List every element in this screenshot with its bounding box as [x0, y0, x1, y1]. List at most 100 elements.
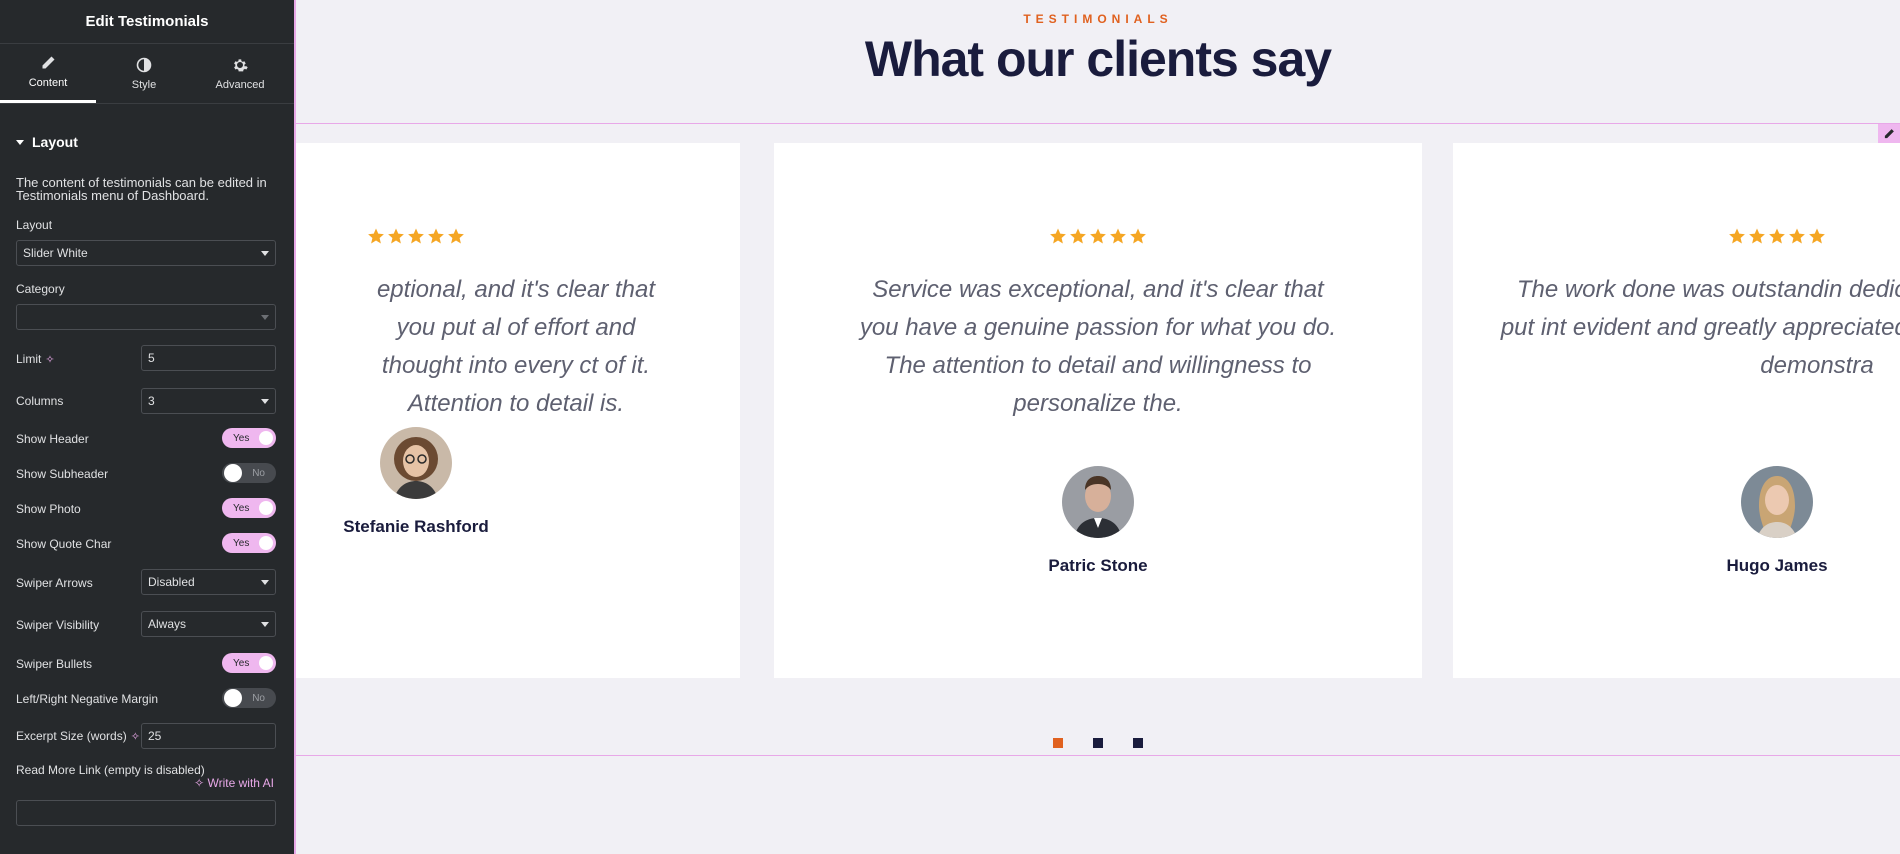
- pencil-icon: [1884, 129, 1894, 139]
- chevron-down-icon: [261, 250, 269, 256]
- layout-label: Layout: [16, 218, 53, 232]
- star-icon: [388, 228, 404, 244]
- section-layout-toggle[interactable]: Layout: [16, 134, 78, 150]
- chevron-down-icon: [261, 579, 269, 585]
- star-icon: [1729, 228, 1745, 244]
- star-icon: [1749, 228, 1765, 244]
- swiper-visibility-value: Always: [148, 617, 187, 631]
- toggle-state: Yes: [233, 657, 250, 669]
- slider-bullet[interactable]: [1093, 738, 1103, 748]
- swiper-arrows-select[interactable]: Disabled: [141, 569, 276, 595]
- star-icon: [1050, 228, 1066, 244]
- section-eyebrow: TESTIMONIALS: [1023, 12, 1173, 26]
- excerpt-size-input[interactable]: 25: [141, 723, 276, 749]
- swiper-arrows-value: Disabled: [148, 575, 195, 589]
- negative-margin-label: Left/Right Negative Margin: [16, 692, 159, 706]
- category-label: Category: [16, 282, 65, 296]
- help-note: The content of testimonials can be edite…: [16, 175, 267, 203]
- avatar-man-image: [1062, 466, 1134, 538]
- star-icon: [448, 228, 464, 244]
- edit-widget-button[interactable]: [1878, 124, 1900, 144]
- star-icon: [1769, 228, 1785, 244]
- limit-label: Limit ✧: [16, 352, 55, 366]
- testimonial-name: Patric Stone: [1048, 556, 1148, 575]
- swiper-bullets-toggle[interactable]: Yes: [222, 653, 276, 673]
- toggle-knob: [224, 464, 242, 482]
- toggle-knob: [259, 656, 273, 670]
- avatar: [380, 427, 452, 499]
- avatar-woman-image: [1741, 466, 1813, 538]
- panel-title: Edit Testimonials: [0, 0, 294, 44]
- sparkle-icon[interactable]: ✧: [131, 730, 140, 743]
- toggle-state: Yes: [233, 502, 250, 514]
- testimonial-quote: The work done was outstandin dedication …: [1500, 276, 1900, 379]
- panel-tabs: Content Style Advanced: [0, 44, 294, 104]
- avatar: [1741, 466, 1813, 538]
- write-with-ai-label: Write with AI: [207, 776, 274, 790]
- testimonial-card: Service was exceptional, and it's clear …: [774, 143, 1422, 678]
- star-icon: [428, 228, 444, 244]
- testimonial-quote: Service was exceptional, and it's clear …: [859, 276, 1337, 417]
- editor-panel: Edit Testimonials Content Style Advanced…: [0, 0, 296, 854]
- sparkle-icon: ✧: [194, 776, 205, 790]
- limit-input[interactable]: 5: [141, 345, 276, 371]
- read-more-input[interactable]: [16, 800, 276, 826]
- star-icon: [1070, 228, 1086, 244]
- star-icon: [1090, 228, 1106, 244]
- chevron-down-icon: [261, 621, 269, 627]
- star-icon: [1789, 228, 1805, 244]
- tab-style[interactable]: Style: [96, 44, 192, 103]
- slider-bullet-active[interactable]: [1053, 738, 1063, 748]
- swiper-visibility-select[interactable]: Always: [141, 611, 276, 637]
- star-rating: [1453, 227, 1900, 245]
- show-photo-label: Show Photo: [16, 502, 81, 516]
- star-icon: [368, 228, 384, 244]
- columns-label: Columns: [16, 394, 64, 408]
- toggle-knob: [259, 501, 273, 515]
- swiper-arrows-label: Swiper Arrows: [16, 576, 93, 590]
- tab-style-label: Style: [131, 78, 157, 91]
- star-rating: [774, 227, 1422, 245]
- tab-content[interactable]: Content: [0, 44, 96, 103]
- show-quote-char-toggle[interactable]: Yes: [222, 533, 276, 553]
- chevron-down-icon: [261, 398, 269, 404]
- testimonial-name: Hugo James: [1726, 556, 1828, 575]
- show-header-label: Show Header: [16, 432, 89, 446]
- write-with-ai-button[interactable]: ✧ Write with AI: [194, 776, 274, 790]
- gear-icon: [234, 58, 248, 71]
- swiper-bullets-label: Swiper Bullets: [16, 657, 93, 671]
- avatar-woman-image: [380, 427, 452, 499]
- widget-outline-bottom: [296, 755, 1900, 756]
- show-subheader-label: Show Subheader: [16, 467, 109, 481]
- half-circle-icon: [136, 57, 152, 72]
- negative-margin-toggle[interactable]: No: [222, 688, 276, 708]
- swiper-visibility-label: Swiper Visibility: [16, 618, 100, 632]
- testimonial-name: Stefanie Rashford: [343, 517, 489, 536]
- testimonial-card: The work done was outstandin dedication …: [1453, 143, 1900, 678]
- toggle-state: No: [252, 467, 265, 479]
- slider-bullets: [296, 738, 1900, 748]
- caret-down-icon: [16, 139, 24, 145]
- chevron-down-icon: [261, 314, 269, 320]
- toggle-state: Yes: [233, 432, 250, 444]
- page-canvas: TESTIMONIALS What our clients say eption…: [296, 0, 1900, 854]
- tab-advanced-label: Advanced: [215, 78, 265, 91]
- slider-bullet[interactable]: [1133, 738, 1143, 748]
- show-header-toggle[interactable]: Yes: [222, 428, 276, 448]
- toggle-state: No: [252, 692, 265, 704]
- show-photo-toggle[interactable]: Yes: [222, 498, 276, 518]
- show-subheader-toggle[interactable]: No: [222, 463, 276, 483]
- pencil-icon: [42, 56, 55, 69]
- category-select[interactable]: [16, 304, 276, 330]
- excerpt-size-label-text: Excerpt Size (words): [16, 729, 127, 743]
- columns-select[interactable]: 3: [141, 388, 276, 414]
- widget-outline-top: [296, 123, 1900, 124]
- star-icon: [1130, 228, 1146, 244]
- toggle-knob: [224, 689, 242, 707]
- toggle-knob: [259, 536, 273, 550]
- section-title: Layout: [32, 134, 78, 150]
- layout-select[interactable]: Slider White: [16, 240, 276, 266]
- tab-advanced[interactable]: Advanced: [192, 44, 288, 103]
- star-rating: [296, 227, 740, 245]
- sparkle-icon[interactable]: ✧: [45, 353, 54, 366]
